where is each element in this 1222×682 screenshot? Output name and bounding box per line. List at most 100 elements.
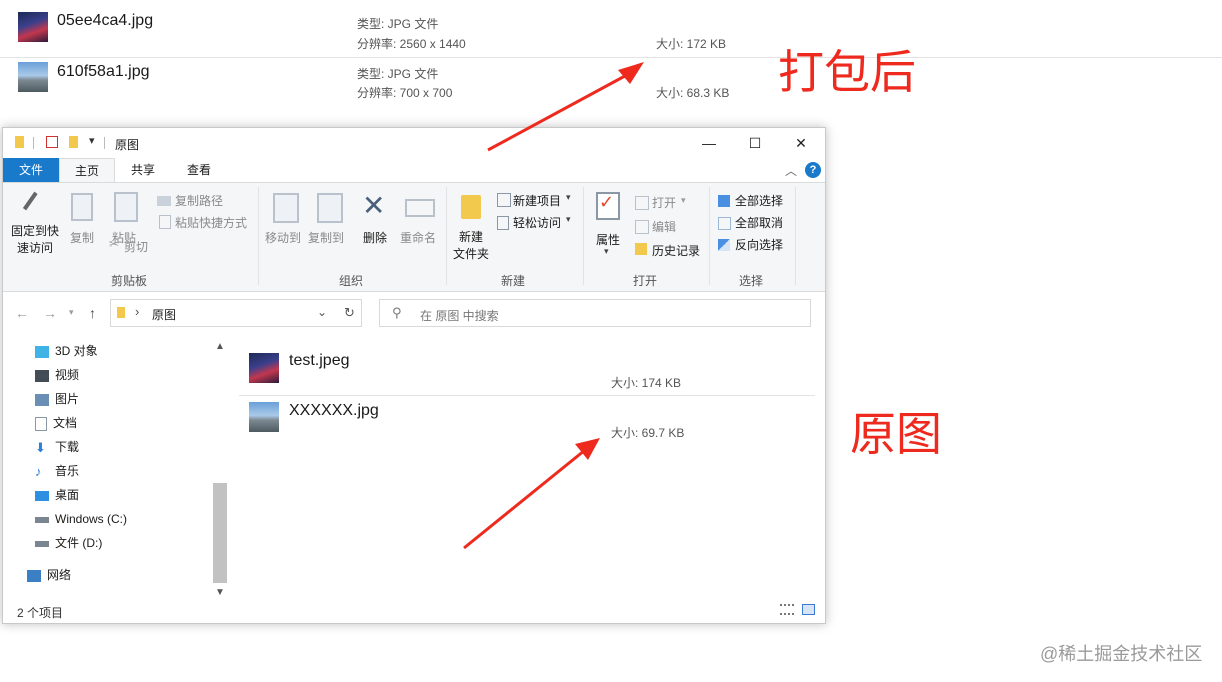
open-button[interactable]: 打开 <box>652 194 676 211</box>
select-all-button[interactable]: 全部选择 <box>735 192 783 209</box>
delete-button[interactable]: 删除 <box>357 229 393 246</box>
close-button[interactable]: ✕ <box>778 128 824 158</box>
history-button[interactable]: 历史记录 <box>652 242 700 259</box>
back-arrow-icon[interactable]: ← <box>15 305 29 321</box>
new-item-button[interactable]: 新建项目 <box>513 192 561 209</box>
details-view-icon[interactable] <box>780 604 794 615</box>
cut-button[interactable]: 剪切 <box>124 238 148 255</box>
pin-quick-access-button[interactable]: 固定到快 速访问 <box>7 223 63 257</box>
file-name[interactable]: 610f58a1.jpg <box>57 63 150 81</box>
refresh-button[interactable]: ↻ <box>338 299 362 327</box>
nav-scrollbar[interactable]: ▲ ▼ <box>213 341 227 601</box>
copy-path-button[interactable]: 复制路径 <box>175 192 223 209</box>
nav-item-3d-objects[interactable]: 3D 对象 <box>35 341 98 361</box>
paste-shortcut-icon <box>159 215 171 229</box>
file-thumbnail[interactable] <box>249 402 279 432</box>
nav-item-videos[interactable]: 视频 <box>35 365 79 385</box>
nav-item-network[interactable]: 网络 <box>27 565 71 585</box>
ribbon-separator <box>258 187 259 285</box>
easy-access-button[interactable]: 轻松访问 <box>513 214 561 231</box>
documents-icon <box>35 416 47 431</box>
file-size: 大小: 69.7 KB <box>611 426 685 440</box>
chevron-down-icon[interactable]: ▾ <box>681 195 686 206</box>
select-all-icon <box>718 195 730 207</box>
search-icon: ⚲ <box>392 305 402 320</box>
tab-file[interactable]: 文件 <box>3 158 59 182</box>
folder-icon <box>117 307 125 318</box>
customize-quick-access-icon[interactable]: ▾ <box>89 134 103 147</box>
scrollbar-thumb[interactable] <box>213 483 227 583</box>
rename-button[interactable]: 重命名 <box>397 229 439 246</box>
file-type: 类型: JPG 文件 <box>357 67 439 81</box>
select-none-button[interactable]: 全部取消 <box>735 214 783 231</box>
group-organize-label: 组织 <box>338 274 363 288</box>
nav-item-drive-c[interactable]: Windows (C:) <box>35 509 127 529</box>
minimize-button[interactable]: — <box>686 128 732 158</box>
folder-icon <box>15 136 24 148</box>
row-divider <box>239 395 815 396</box>
ribbon-separator <box>446 187 447 285</box>
chevron-up-icon[interactable]: ▲ <box>215 341 225 352</box>
divider-icon <box>33 137 34 149</box>
history-icon <box>635 243 647 255</box>
nav-item-label: 文档 <box>53 416 78 430</box>
file-name[interactable]: test.jpeg <box>289 352 349 370</box>
nav-item-pictures[interactable]: 图片 <box>35 389 79 409</box>
status-bar-count: 2 个项目 <box>17 606 64 620</box>
3d-objects-icon <box>35 345 49 358</box>
tab-home[interactable]: 主页 <box>59 158 115 182</box>
chevron-up-icon[interactable]: ︿ <box>785 162 797 179</box>
move-to-icon <box>273 193 299 223</box>
nav-item-downloads[interactable]: ⬇ 下载 <box>35 437 79 457</box>
forward-arrow-icon[interactable]: → <box>43 305 57 321</box>
chevron-down-icon[interactable]: ▾ <box>566 192 571 203</box>
new-folder-quick-icon[interactable] <box>69 136 78 148</box>
invert-selection-button[interactable]: 反向选择 <box>735 236 783 253</box>
ribbon-separator <box>583 187 584 285</box>
tab-view[interactable]: 查看 <box>171 158 227 182</box>
nav-item-music[interactable]: ♪ 音乐 <box>35 461 79 481</box>
copy-button[interactable]: 复制 <box>66 229 98 246</box>
ribbon-tabs: 文件 主页 共享 查看 ︿ ? <box>3 158 825 182</box>
search-placeholder: 在 原图 中搜索 <box>420 309 499 323</box>
file-thumbnail[interactable] <box>18 62 48 92</box>
chevron-down-icon[interactable]: ▾ <box>604 246 609 257</box>
file-thumbnail[interactable] <box>249 353 279 383</box>
thumbnail-view-icon[interactable] <box>802 604 815 615</box>
address-bar[interactable]: › 原图 ⌄ <box>110 299 362 327</box>
group-clipboard-label: 剪贴板 <box>110 274 147 288</box>
move-to-button[interactable]: 移动到 <box>262 229 304 246</box>
help-icon[interactable]: ? <box>805 162 821 178</box>
nav-item-desktop[interactable]: 桌面 <box>35 485 79 505</box>
checkmark-icon: ✓ <box>599 192 615 212</box>
file-size: 大小: 174 KB <box>611 376 682 390</box>
nav-item-drive-d[interactable]: 文件 (D:) <box>35 533 102 553</box>
select-none-icon <box>718 217 731 230</box>
maximize-button[interactable]: ☐ <box>732 128 778 158</box>
chevron-down-icon[interactable]: ▾ <box>566 214 571 225</box>
search-input[interactable]: ⚲ 在 原图 中搜索 <box>379 299 811 327</box>
chevron-down-icon[interactable]: ⌄ <box>317 305 327 319</box>
video-icon <box>35 369 49 382</box>
nav-item-label: 音乐 <box>55 464 80 478</box>
watermark: @稀土掘金技术社区 <box>1040 644 1203 664</box>
nav-item-documents[interactable]: 文档 <box>35 413 77 433</box>
up-arrow-icon[interactable]: ↑ <box>89 305 96 321</box>
edit-button[interactable]: 编辑 <box>652 218 676 235</box>
group-open-label: 打开 <box>632 274 657 288</box>
file-name[interactable]: XXXXXX.jpg <box>289 402 379 420</box>
drive-d-icon <box>35 540 49 547</box>
copy-to-button[interactable]: 复制到 <box>305 229 347 246</box>
properties-quick-icon[interactable] <box>46 136 58 148</box>
new-folder-button[interactable]: 新建 文件夹 <box>449 229 493 263</box>
file-thumbnail[interactable] <box>18 12 48 42</box>
nav-item-label: 3D 对象 <box>55 344 98 358</box>
cut-icon: ✂ <box>109 237 120 251</box>
chevron-down-icon[interactable]: ▼ <box>215 587 225 598</box>
chevron-down-icon[interactable]: ▾ <box>69 307 74 318</box>
file-name[interactable]: 05ee4ca4.jpg <box>57 12 153 30</box>
paste-shortcut-button[interactable]: 粘贴快捷方式 <box>175 214 247 231</box>
tab-share[interactable]: 共享 <box>115 158 171 182</box>
breadcrumb[interactable]: 原图 <box>152 306 176 323</box>
explorer-window: ▾ 原图 — ☐ ✕ 文件 主页 共享 查看 ︿ ? 固定到快 速访问 复制 粘… <box>2 127 826 624</box>
